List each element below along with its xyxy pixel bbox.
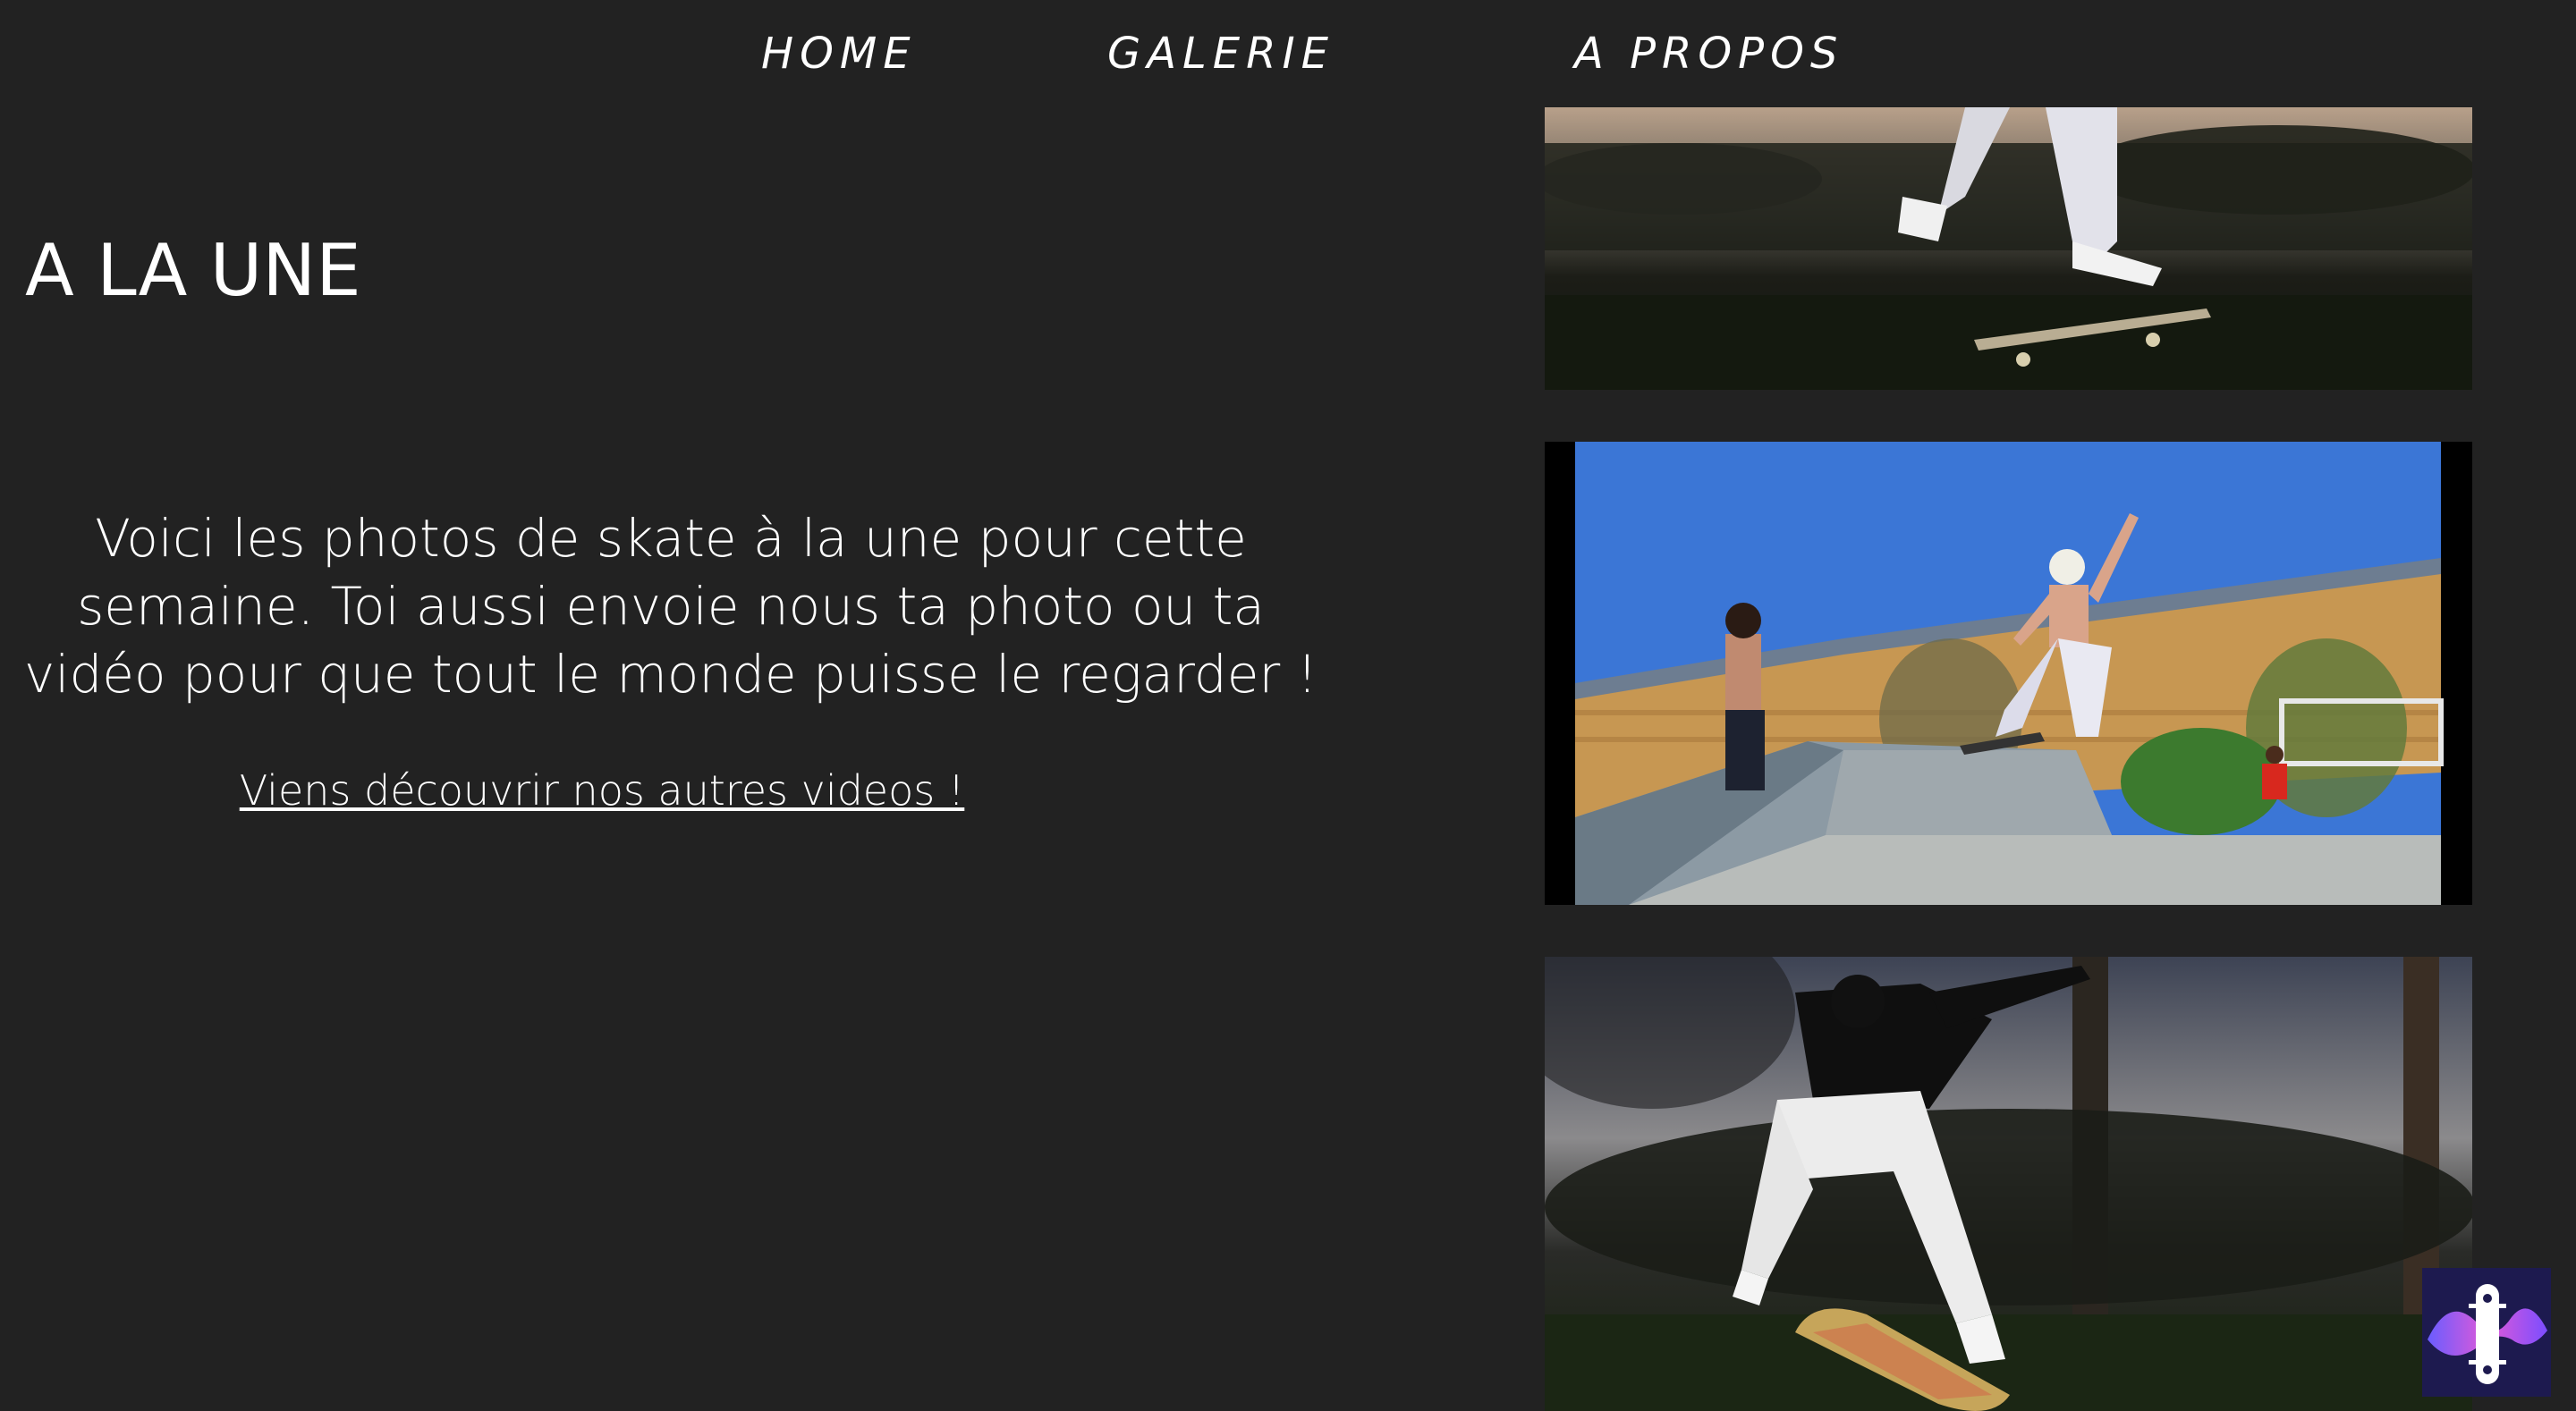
featured-photo-3[interactable] — [1545, 957, 2472, 1411]
nav-a-propos-link[interactable]: A PROPOS — [1574, 27, 1843, 80]
more-videos-link[interactable]: Viens découvrir nos autres videos ! — [0, 764, 1204, 817]
nav-galerie-link[interactable]: GALERIE — [1107, 27, 1335, 80]
featured-photo-1[interactable] — [1545, 107, 2472, 390]
top-nav: HOME GALERIE A PROPOS — [0, 0, 2576, 106]
skateboard-wave-icon — [2428, 1284, 2547, 1384]
featured-photo-2[interactable] — [1545, 442, 2472, 905]
nav-home-link[interactable]: HOME — [761, 27, 917, 80]
intro-text: Voici les photos de skate à la une pour … — [24, 508, 1318, 705]
page: HOME GALERIE A PROPOS A LA UNE Voici les… — [0, 0, 2576, 1411]
skater-kickflip-photo — [1545, 957, 2472, 1411]
page-headline: A LA UNE — [25, 229, 361, 312]
skater-jump-photo — [1545, 107, 2472, 390]
app-launcher-button[interactable] — [2422, 1268, 2551, 1397]
skatepark-ollie-photo — [1545, 442, 2472, 905]
